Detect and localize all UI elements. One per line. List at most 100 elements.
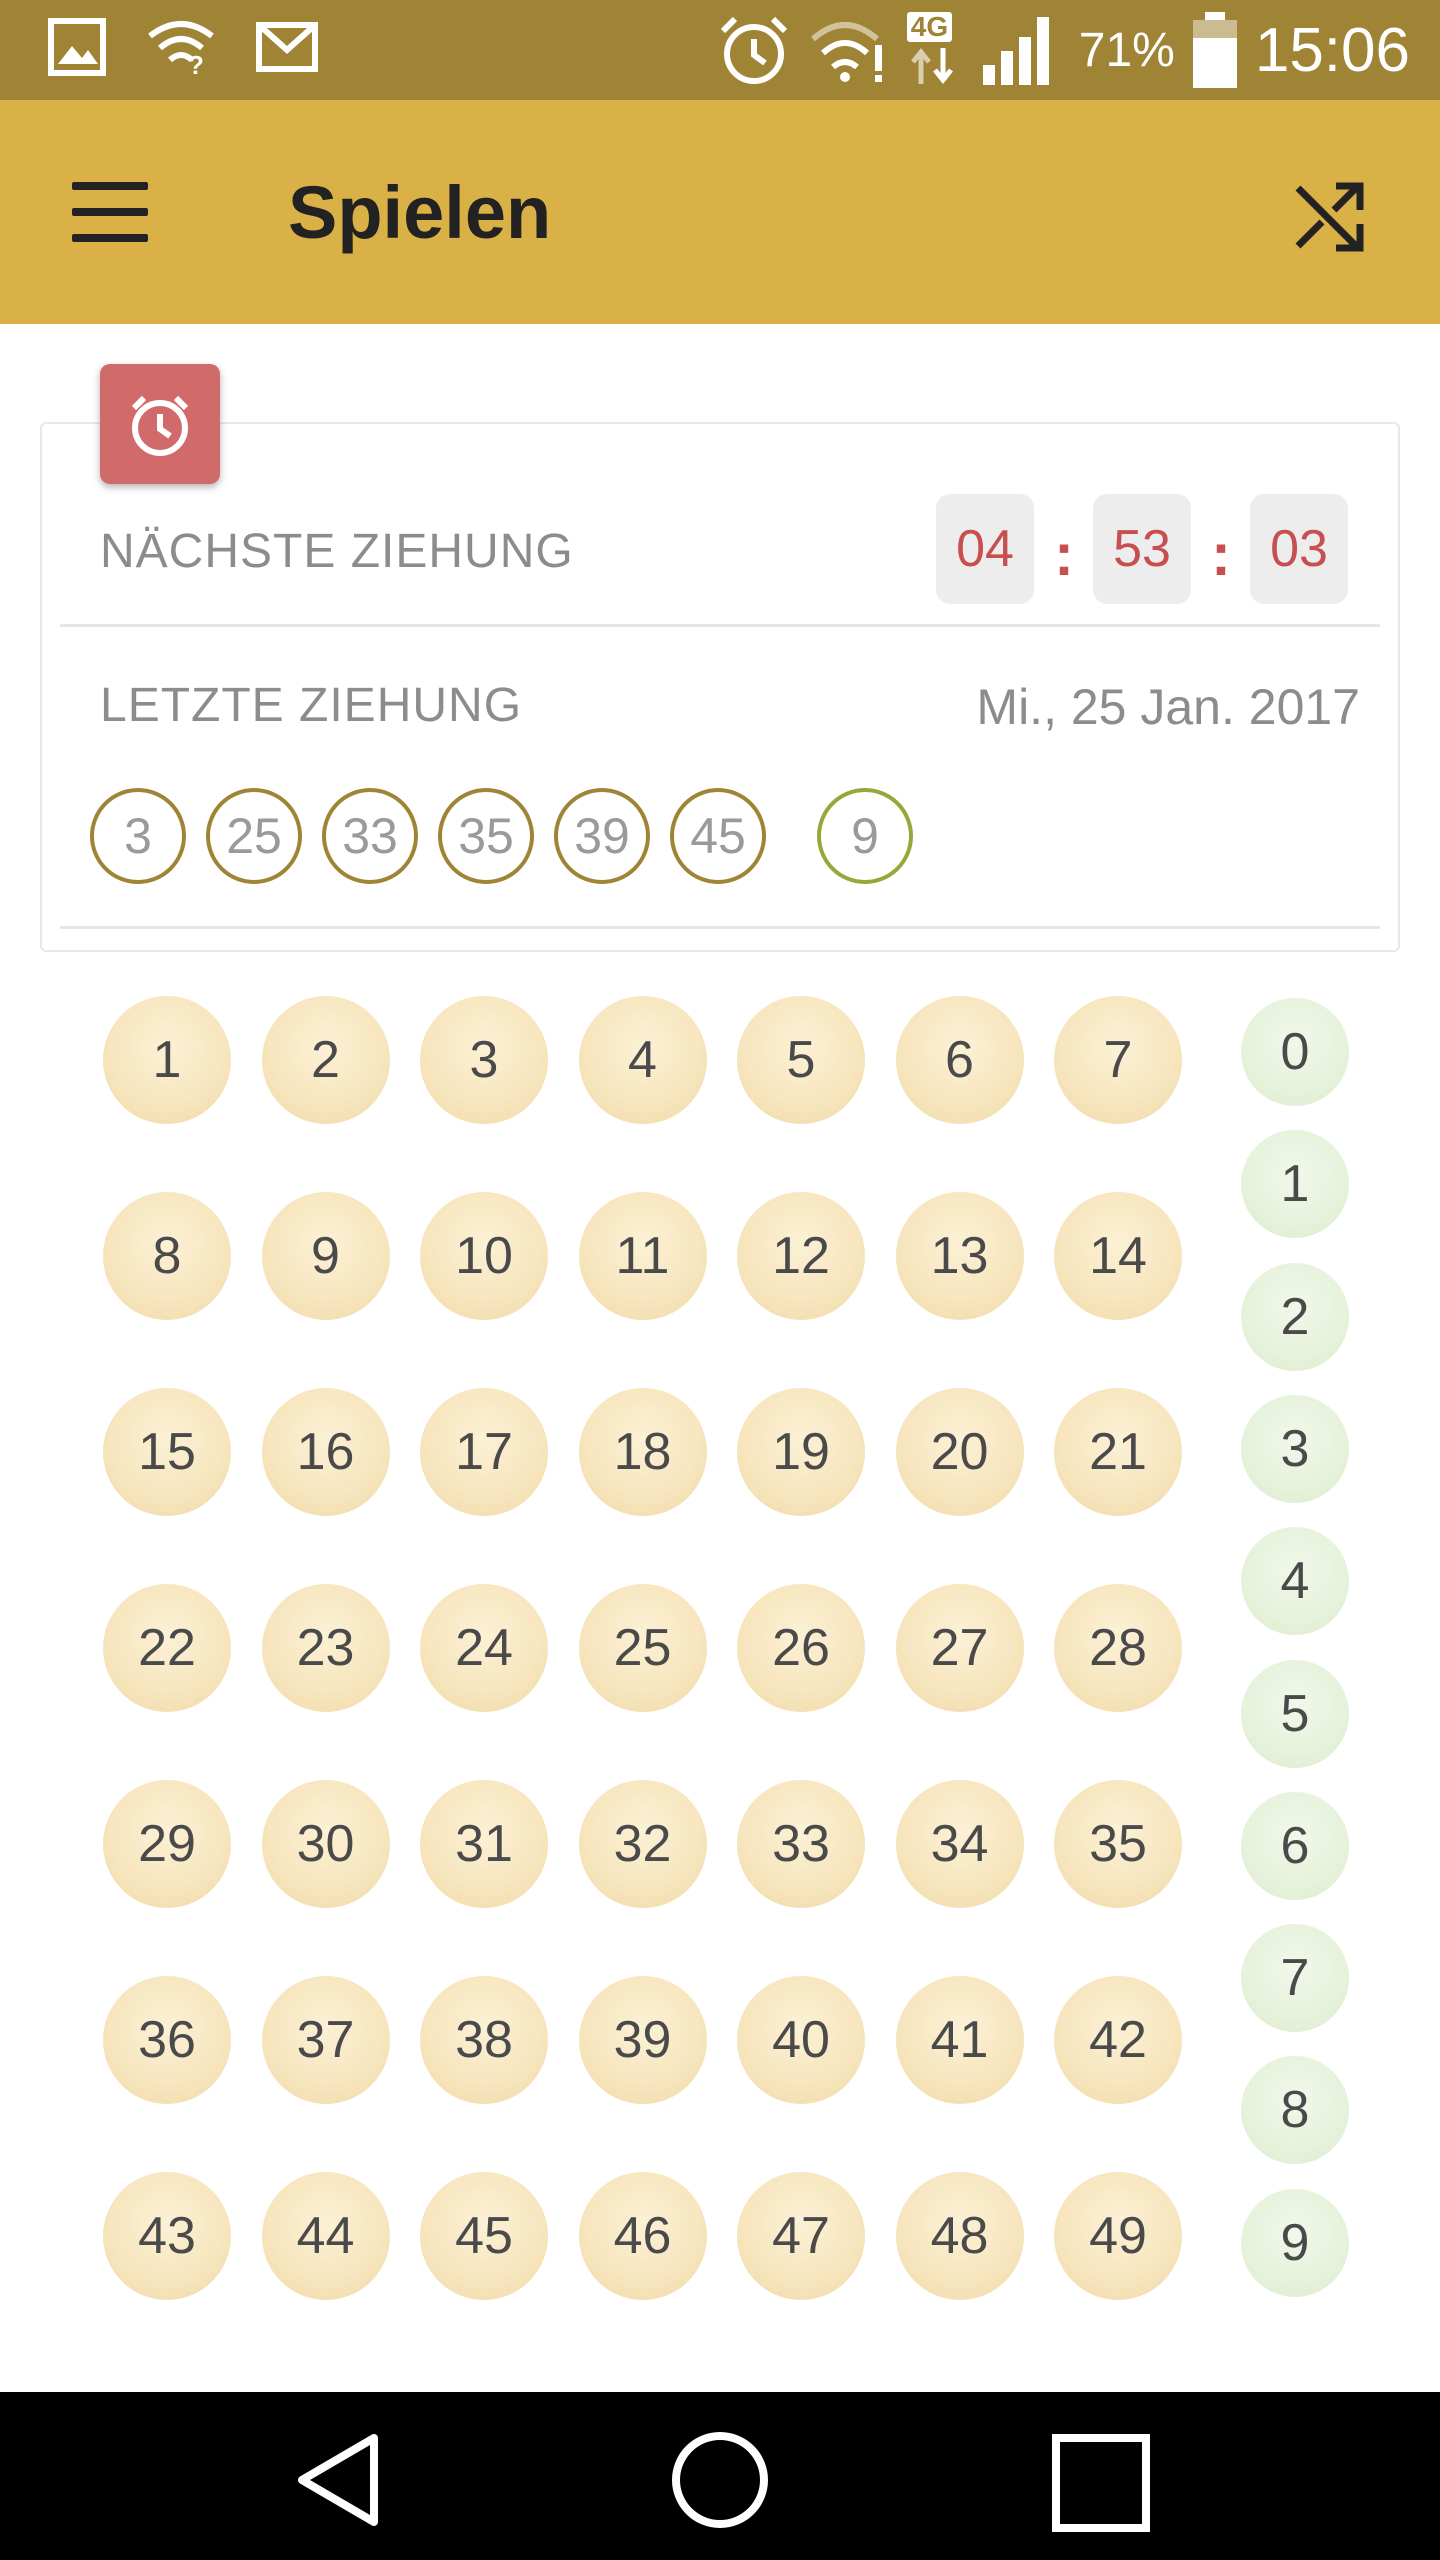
number-ball[interactable]: 44 [261, 2172, 390, 2300]
super-number-ball[interactable]: 8 [1241, 2056, 1349, 2165]
number-ball[interactable]: 33 [737, 1780, 865, 1908]
drawn-number: 25 [206, 788, 302, 884]
super-number-ball[interactable]: 7 [1241, 1924, 1349, 2033]
drawn-number: 39 [554, 788, 650, 884]
navigation-bar [0, 2392, 1440, 2560]
number-ball[interactable]: 34 [895, 1780, 1024, 1908]
number-ball[interactable]: 40 [737, 1976, 865, 2104]
number-ball[interactable]: 2 [261, 996, 390, 1124]
image-icon [48, 18, 106, 76]
number-ball[interactable]: 28 [1054, 1584, 1182, 1712]
super-number-ball[interactable]: 3 [1241, 1394, 1349, 1503]
number-ball[interactable]: 7 [1054, 996, 1182, 1124]
next-draw-label: NÄCHSTE ZIEHUNG [100, 525, 574, 578]
number-ball[interactable]: 14 [1054, 1192, 1182, 1320]
number-ball[interactable]: 43 [103, 2172, 231, 2300]
number-ball[interactable]: 39 [578, 1976, 707, 2104]
number-ball[interactable]: 30 [261, 1780, 390, 1908]
number-ball[interactable]: 23 [261, 1584, 390, 1712]
number-ball[interactable]: 13 [895, 1192, 1024, 1320]
number-ball[interactable]: 21 [1054, 1388, 1182, 1516]
countdown-seconds: 03 [1250, 494, 1348, 604]
wifi-icon [810, 22, 882, 82]
number-ball[interactable]: 32 [578, 1780, 707, 1908]
number-ball[interactable]: 42 [1054, 1976, 1182, 2104]
countdown-hours: 04 [936, 494, 1034, 604]
alarm-icon [720, 16, 787, 84]
number-ball[interactable]: 19 [737, 1388, 865, 1516]
gmail-icon [256, 22, 318, 72]
number-ball[interactable]: 1 [103, 996, 231, 1124]
number-ball[interactable]: 45 [420, 2172, 548, 2300]
drawn-number: 35 [438, 788, 534, 884]
alarm-badge[interactable] [100, 364, 220, 484]
number-ball[interactable]: 8 [103, 1192, 231, 1320]
back-button[interactable] [288, 2430, 388, 2530]
countdown-separator: : [1054, 521, 1074, 588]
home-button[interactable] [670, 2430, 770, 2530]
number-ball[interactable]: 22 [103, 1584, 231, 1712]
signal-icon [982, 17, 1049, 85]
last-draw-label: LETZTE ZIEHUNG [100, 679, 523, 732]
number-ball[interactable]: 27 [895, 1584, 1024, 1712]
super-number-ball[interactable]: 4 [1241, 1527, 1349, 1636]
number-ball[interactable]: 35 [1054, 1780, 1182, 1908]
number-ball[interactable]: 3 [420, 996, 548, 1124]
status-bar: ? 4G 71% 15:06 [0, 0, 1440, 100]
number-ball[interactable]: 29 [103, 1780, 231, 1908]
number-ball[interactable]: 6 [895, 996, 1024, 1124]
super-number-ball[interactable]: 0 [1241, 998, 1349, 1106]
battery-icon [1192, 12, 1237, 88]
number-ball[interactable]: 9 [261, 1192, 390, 1320]
number-ball[interactable]: 24 [420, 1584, 548, 1712]
shuffle-icon[interactable] [1290, 174, 1370, 254]
number-ball[interactable]: 37 [261, 1976, 390, 2104]
drawn-number: 3 [90, 788, 186, 884]
battery-percentage: 71% [1078, 23, 1175, 77]
hamburger-menu-icon[interactable] [72, 182, 152, 242]
number-ball[interactable]: 36 [103, 1976, 231, 2104]
countdown-minutes: 53 [1093, 494, 1191, 604]
drawn-number: 33 [322, 788, 418, 884]
alarm-clock-icon [131, 395, 189, 456]
divider [60, 624, 1380, 627]
number-ball[interactable]: 47 [737, 2172, 865, 2300]
number-ball[interactable]: 15 [103, 1388, 231, 1516]
svg-text:?: ? [188, 50, 204, 76]
number-ball[interactable]: 20 [895, 1388, 1024, 1516]
number-ball[interactable]: 26 [737, 1584, 865, 1712]
super-number-ball[interactable]: 2 [1241, 1262, 1349, 1371]
number-ball[interactable]: 25 [578, 1584, 707, 1712]
app-bar: Spielen [0, 100, 1440, 324]
number-ball[interactable]: 17 [420, 1388, 548, 1516]
recents-button[interactable] [1052, 2434, 1152, 2534]
number-ball[interactable]: 38 [420, 1976, 548, 2104]
super-number-ball[interactable]: 5 [1241, 1659, 1349, 1768]
last-draw-date: Mi., 25 Jan. 2017 [976, 679, 1360, 735]
divider [60, 926, 1380, 929]
number-ball[interactable]: 41 [895, 1976, 1024, 2104]
super-number-ball[interactable]: 1 [1241, 1130, 1349, 1239]
number-ball[interactable]: 49 [1054, 2172, 1182, 2300]
notification-icons: ? [48, 18, 318, 76]
clock: 15:06 [1254, 15, 1410, 85]
super-number-ball[interactable]: 6 [1241, 1791, 1349, 1900]
network-type: 4G [906, 12, 953, 42]
number-ball[interactable]: 12 [737, 1192, 865, 1320]
number-ball[interactable]: 18 [578, 1388, 707, 1516]
number-ball[interactable]: 5 [737, 996, 865, 1124]
number-ball[interactable]: 11 [578, 1192, 707, 1320]
super-number-ball[interactable]: 9 [1241, 2188, 1349, 2297]
network-4g-icon: 4G [906, 12, 963, 88]
countdown-separator: : [1211, 521, 1231, 588]
number-ball[interactable]: 48 [895, 2172, 1024, 2300]
number-ball[interactable]: 31 [420, 1780, 548, 1908]
page-title: Spielen [288, 171, 552, 254]
wifi-question-icon: ? [148, 21, 214, 76]
number-ball[interactable]: 10 [420, 1192, 548, 1320]
number-ball[interactable]: 4 [578, 996, 707, 1124]
drawn-super-number: 9 [817, 788, 913, 884]
system-status: 4G 71% 15:06 [717, 12, 1410, 88]
number-ball[interactable]: 46 [578, 2172, 707, 2300]
number-ball[interactable]: 16 [261, 1388, 390, 1516]
